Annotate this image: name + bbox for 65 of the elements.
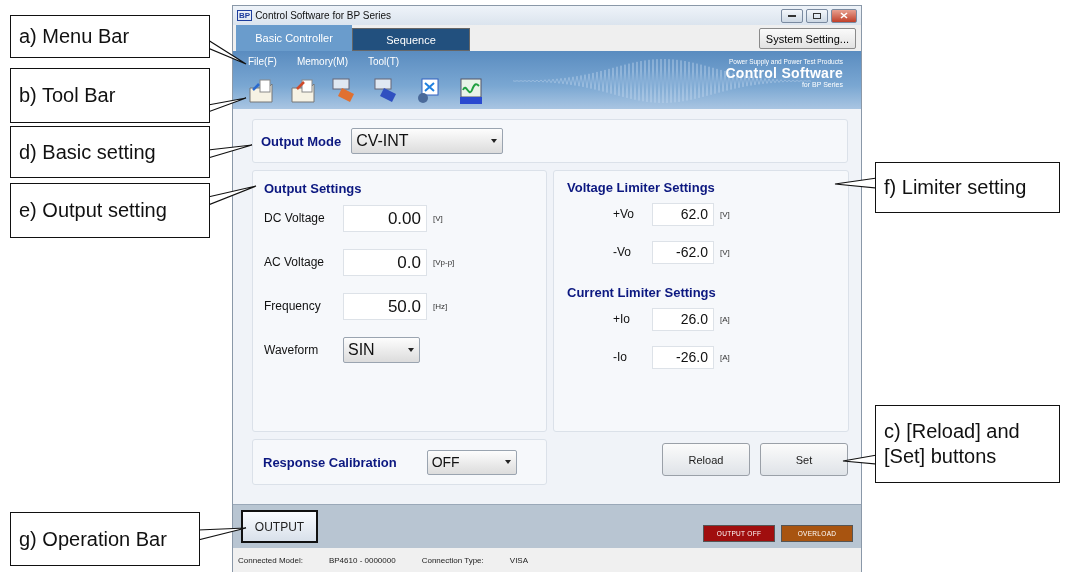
unit-label: [V] [720, 247, 730, 257]
field-label: Frequency [264, 299, 322, 313]
field-label: Waveform [264, 343, 320, 357]
minimize-icon [788, 14, 796, 17]
unit-label: [Vp-p] [433, 257, 455, 267]
response-calibration-label: Response Calibration [263, 454, 397, 470]
input-field[interactable]: -26.0 [652, 345, 714, 369]
callout-label: c) [Reload] and [Set] buttons [875, 405, 1060, 483]
field-label: -Io [613, 350, 628, 364]
window-title: Control Software for BP Series [255, 10, 393, 21]
leader-line [197, 527, 247, 541]
caret-icon [491, 139, 498, 143]
unit-label: [A] [720, 352, 730, 362]
input-field[interactable]: 50.0 [343, 292, 427, 320]
caret-icon [408, 348, 414, 352]
maximize-icon [813, 12, 821, 19]
output-mode-label: Output Mode [261, 133, 342, 149]
wave-chart-icon[interactable] [458, 78, 484, 105]
callout-label: g) Operation Bar [10, 512, 200, 566]
gear-document-icon[interactable] [416, 78, 442, 105]
status-label: Connection Type: [421, 555, 484, 565]
folder-icon[interactable] [248, 78, 274, 105]
unit-label: [Hz] [433, 301, 448, 311]
caret-icon [504, 460, 511, 464]
callout-label: b) Tool Bar [10, 68, 210, 123]
callout-label: d) Basic setting [10, 126, 210, 178]
banner-title: Control Software [725, 65, 843, 81]
section-title: Output Settings [264, 181, 363, 196]
field-label: DC Voltage [264, 211, 326, 225]
leader-line [207, 97, 247, 113]
section-title: Voltage Limiter Settings [567, 180, 716, 195]
section-title: Current Limiter Settings [567, 285, 717, 300]
field-label: -Vo [613, 245, 632, 259]
minimize-button[interactable] [781, 8, 803, 23]
status-value: BP4610 - 0000000 [328, 555, 396, 565]
status-value: VISA [509, 555, 529, 565]
input-field[interactable]: 0.00 [343, 204, 427, 232]
callout-label: f) Limiter setting [875, 162, 1060, 213]
callout-label: a) Menu Bar [10, 15, 210, 58]
reload-button[interactable]: Reload [662, 443, 750, 476]
unit-label: [V] [433, 213, 443, 223]
leader-line [207, 38, 247, 65]
unit-label: [A] [720, 314, 730, 324]
response-calibration-select[interactable]: OFF [426, 449, 517, 475]
field-label: AC Voltage [264, 255, 326, 269]
field-label: +Vo [613, 207, 636, 221]
maximize-button[interactable] [806, 8, 828, 23]
output-button[interactable]: OUTPUT [241, 510, 318, 543]
tab[interactable]: Sequence [352, 28, 470, 51]
field-label: +Io [613, 312, 631, 326]
unit-label: [V] [720, 209, 730, 219]
callout-label: e) Output setting [10, 183, 210, 238]
app-logo: BP [237, 10, 253, 21]
input-field[interactable]: 0.0 [343, 248, 427, 276]
status-label: Connected Model: [238, 555, 303, 565]
set-button[interactable]: Set [760, 443, 848, 476]
input-field[interactable]: 26.0 [652, 307, 714, 331]
output-mode-select[interactable]: CV-INT [351, 128, 504, 154]
input-field[interactable]: 62.0 [652, 202, 714, 226]
system-setting-button[interactable]: System Setting... [758, 28, 856, 49]
close-icon [840, 12, 848, 19]
folder-icon[interactable] [290, 78, 316, 105]
close-button[interactable] [831, 8, 857, 23]
waveform-select[interactable]: SIN [343, 337, 420, 363]
input-field[interactable]: -62.0 [652, 240, 714, 264]
